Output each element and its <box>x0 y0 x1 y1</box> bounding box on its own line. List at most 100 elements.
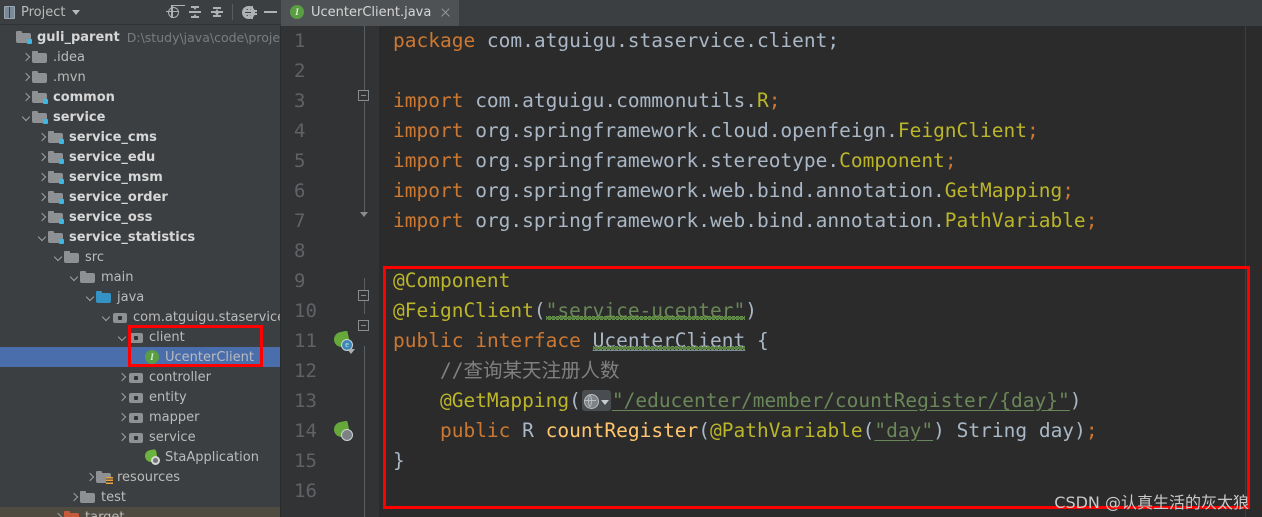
chevron-right-icon[interactable] <box>36 211 48 223</box>
expand-all-icon[interactable] <box>184 1 206 23</box>
chevron-right-icon[interactable] <box>84 471 96 483</box>
package-icon <box>128 329 144 345</box>
chevron-right-icon[interactable] <box>116 411 128 423</box>
chevron-down-icon[interactable] <box>347 349 355 354</box>
gear-icon[interactable] <box>237 1 259 23</box>
chevron-down-icon[interactable] <box>84 291 96 303</box>
url-mapping-widget[interactable] <box>581 390 611 411</box>
token-paren: ) <box>1069 389 1082 412</box>
project-tree[interactable]: guli_parent D:\study\java\code\project\gu… <box>0 25 281 517</box>
chevron-right-icon[interactable] <box>116 371 128 383</box>
spring-bean-icon[interactable]: e <box>332 330 355 354</box>
token-keyword-public: public <box>393 329 464 352</box>
code-line-7: import org.springframework.web.bind.anno… <box>393 206 1262 236</box>
token-param-day: day <box>1038 419 1075 442</box>
chevron-down-icon[interactable] <box>36 231 48 243</box>
fold-collapse-icon[interactable] <box>358 320 369 331</box>
minimize-icon[interactable] <box>259 1 281 23</box>
module-icon <box>48 189 64 205</box>
fold-arrow-icon[interactable] <box>359 212 368 217</box>
chevron-right-icon[interactable] <box>36 171 48 183</box>
chevron-down-icon[interactable] <box>52 251 64 263</box>
tree-item-src[interactable]: src <box>0 247 281 267</box>
token-package-path: org.springframework.cloud.openfeign. <box>463 119 898 142</box>
tree-item-service_cms[interactable]: service_cms <box>0 127 281 147</box>
tree-item-service[interactable]: service <box>0 107 281 127</box>
tree-item-service_oss[interactable]: service_oss <box>0 207 281 227</box>
token-semicolon: ; <box>1026 119 1039 142</box>
tree-item-mapper[interactable]: mapper <box>0 407 281 427</box>
token-brace-open: { <box>757 329 769 352</box>
line-number-gutter[interactable]: 1 2 3 4 5 6 7 8 9 10 11 12 13 14 15 16 e <box>281 26 379 517</box>
tree-item-service_order[interactable]: service_order <box>0 187 281 207</box>
code-folding-column[interactable] <box>357 26 371 517</box>
code-area: 1 2 3 4 5 6 7 8 9 10 11 12 13 14 15 16 e package com.atg… <box>281 26 1262 517</box>
token-semicolon: ; <box>1062 179 1074 202</box>
module-icon <box>48 169 64 185</box>
tree-item-target[interactable]: target <box>0 507 281 517</box>
tree-item-service[interactable]: service <box>0 427 281 447</box>
tree-item-test[interactable]: test <box>0 487 281 507</box>
tree-item-service_edu[interactable]: service_edu <box>0 147 281 167</box>
token-semicolon: ; <box>944 149 957 172</box>
chevron-right-icon[interactable] <box>52 511 64 517</box>
editor-tab-ucenterclient[interactable]: I UcenterClient.java <box>281 0 460 26</box>
tree-item-.idea[interactable]: .idea <box>0 47 281 67</box>
token-keyword: import <box>393 149 464 172</box>
tree-item-common[interactable]: common <box>0 87 281 107</box>
chevron-right-icon[interactable] <box>20 71 32 83</box>
tree-item-label: service_edu <box>69 149 156 165</box>
project-panel-icon <box>4 5 15 19</box>
collapse-all-icon[interactable] <box>206 1 228 23</box>
chevron-right-icon[interactable] <box>36 131 48 143</box>
code-content[interactable]: package com.atguigu.staservice.client; i… <box>379 26 1262 517</box>
tree-item-label: .mvn <box>53 69 86 85</box>
chevron-down-icon[interactable] <box>20 111 32 123</box>
module-icon <box>32 109 48 125</box>
chevron-down-icon[interactable] <box>116 331 128 343</box>
chevron-right-icon[interactable] <box>20 51 32 63</box>
code-line-3: import com.atguigu.commonutils.R; <box>393 86 1262 116</box>
close-icon[interactable] <box>439 6 452 19</box>
chevron-down-icon[interactable] <box>72 9 81 15</box>
toolbar-divider <box>232 4 233 21</box>
tree-item-controller[interactable]: controller <box>0 367 281 387</box>
token-type-string: String <box>956 419 1028 442</box>
chevron-right-icon[interactable] <box>36 151 48 163</box>
chevron-down-icon[interactable] <box>600 400 609 405</box>
spring-url-mapping-icon[interactable] <box>332 420 353 441</box>
tree-item-service_statistics[interactable]: service_statistics <box>0 227 281 247</box>
chevron-right-icon[interactable] <box>116 391 128 403</box>
tree-item-com.atguigu.staservice[interactable]: com.atguigu.staservice <box>0 307 281 327</box>
folder-icon <box>80 269 96 285</box>
token-class-name: PathVariable <box>944 209 1086 232</box>
token-keyword: import <box>393 209 464 232</box>
chevron-right-icon[interactable] <box>68 491 80 503</box>
tree-item-ucenterclient[interactable]: I UcenterClient <box>0 347 281 368</box>
tree-item-resources[interactable]: resources <box>0 467 281 487</box>
token-class-name: FeignClient <box>897 119 1027 142</box>
tree-item-service_msm[interactable]: service_msm <box>0 167 281 187</box>
token-paren: ) <box>745 299 757 322</box>
gutter-badge <box>341 429 353 441</box>
interface-icon: I <box>289 4 305 20</box>
tree-item-client[interactable]: client <box>0 327 281 347</box>
token-brace-close: } <box>393 449 405 472</box>
chevron-right-icon[interactable] <box>20 91 32 103</box>
tree-item-main[interactable]: main <box>0 267 281 287</box>
chevron-down-icon[interactable] <box>68 271 80 283</box>
tree-item-guli_parent[interactable]: guli_parent D:\study\java\code\project\gu… <box>0 27 281 47</box>
fold-collapse-icon[interactable] <box>358 90 369 101</box>
locate-in-tree-icon[interactable] <box>162 1 184 23</box>
token-package-path: org.springframework.web.bind.annotation. <box>463 179 945 202</box>
chevron-right-icon[interactable] <box>36 191 48 203</box>
tree-item-staapplication[interactable]: StaApplication <box>0 447 281 467</box>
chevron-right-icon[interactable] <box>116 431 128 443</box>
chevron-down-icon[interactable] <box>100 311 112 323</box>
fold-collapse-icon[interactable] <box>358 290 369 301</box>
module-icon <box>32 89 48 105</box>
tree-item-.mvn[interactable]: .mvn <box>0 67 281 87</box>
tree-item-java[interactable]: java <box>0 287 281 307</box>
tree-item-entity[interactable]: entity <box>0 387 281 407</box>
